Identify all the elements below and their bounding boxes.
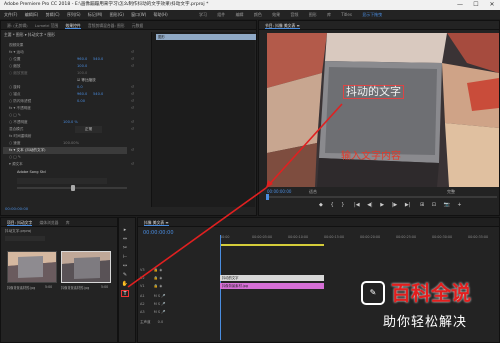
watermark: ✎ 百科全说 助你轻松解决 (361, 281, 497, 341)
annotation-arrow-line-2 (127, 187, 267, 288)
watermark-title: 百科全说 (391, 281, 471, 305)
annotation-arrow-line-1 (265, 103, 343, 189)
watermark-logo-icon: ✎ (361, 281, 385, 305)
watermark-subtitle: 助你轻松解决 (383, 315, 468, 330)
